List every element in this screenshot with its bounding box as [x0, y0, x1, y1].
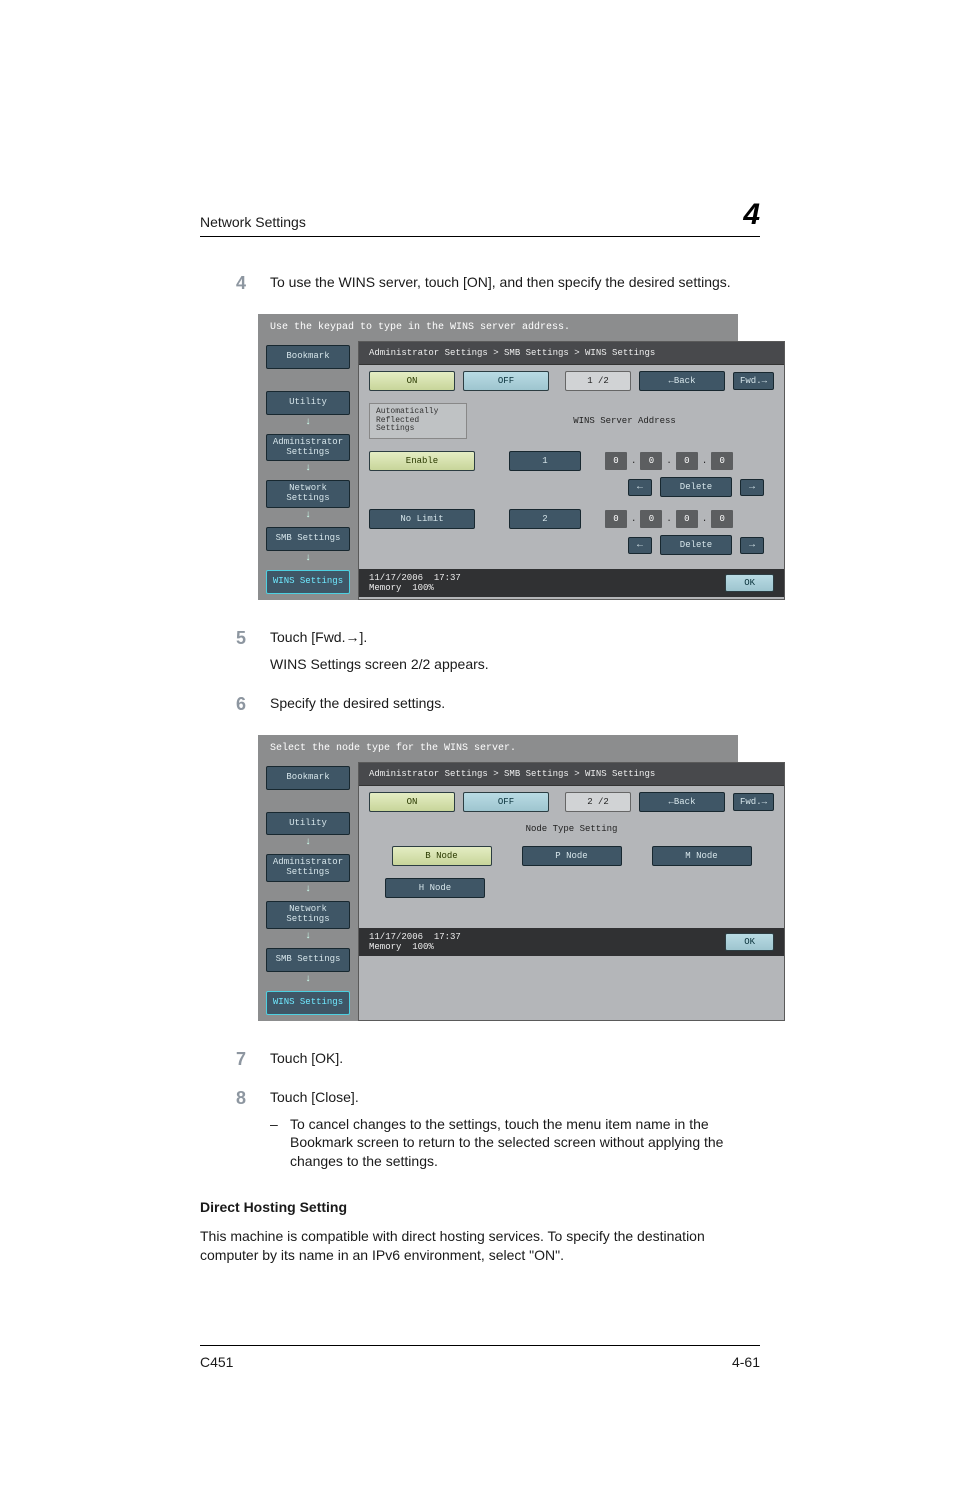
- sidebar-item-smb[interactable]: SMB Settings: [266, 527, 350, 551]
- step-number-4: 4: [200, 273, 270, 300]
- status-left: 11/17/2006 17:37 Memory 100%: [369, 573, 461, 593]
- section-header: Network Settings 4: [200, 200, 760, 237]
- off-button[interactable]: OFF: [463, 371, 549, 391]
- chevron-down-icon: ↓: [266, 882, 350, 901]
- fwd-button[interactable]: Fwd.→: [733, 793, 774, 811]
- sidebar-item-utility[interactable]: Utility: [266, 391, 350, 415]
- ip-address-2: 0. 0. 0. 0: [605, 510, 733, 528]
- sidebar-item-smb[interactable]: SMB Settings: [266, 948, 350, 972]
- breadcrumb: Administrator Settings > SMB Settings > …: [359, 763, 784, 786]
- chevron-down-icon: ↓: [266, 929, 350, 948]
- off-button[interactable]: OFF: [463, 792, 549, 812]
- screen1-hint: Use the keypad to type in the WINS serve…: [258, 314, 738, 341]
- step-number-8: 8: [200, 1088, 270, 1172]
- section-title: Network Settings: [200, 214, 306, 230]
- footer-left: C451: [200, 1354, 233, 1370]
- chevron-down-icon: ↓: [266, 461, 350, 480]
- chevron-down-icon: ↓: [266, 508, 350, 527]
- chevron-down-icon: ↓: [266, 835, 350, 854]
- chevron-down-icon: ↓: [266, 551, 350, 570]
- address-row-2[interactable]: 2: [509, 509, 581, 529]
- address-row-1[interactable]: 1: [509, 451, 581, 471]
- step-text-6: Specify the desired settings.: [270, 694, 760, 721]
- arrow-right-icon[interactable]: →: [740, 479, 764, 496]
- m-node-button[interactable]: M Node: [652, 846, 752, 866]
- back-button[interactable]: ←Back: [639, 792, 725, 812]
- arrow-left-icon[interactable]: ←: [628, 537, 652, 554]
- dash-bullet: –: [270, 1115, 290, 1172]
- delete-button[interactable]: Delete: [660, 477, 732, 497]
- chevron-down-icon: ↓: [266, 415, 350, 434]
- step-text-4: To use the WINS server, touch [ON], and …: [270, 273, 760, 300]
- step-text-8: Touch [Close]. – To cancel changes to th…: [270, 1088, 760, 1172]
- direct-hosting-text: This machine is compatible with direct h…: [200, 1227, 760, 1265]
- node-type-title: Node Type Setting: [359, 818, 784, 836]
- sidebar-item-network[interactable]: Network Settings: [266, 901, 350, 929]
- on-button[interactable]: ON: [369, 371, 455, 391]
- ok-button[interactable]: OK: [725, 933, 774, 951]
- sidebar-item-bookmark[interactable]: Bookmark: [266, 345, 350, 369]
- step-number-5: 5: [200, 628, 270, 682]
- status-left: 11/17/2006 17:37 Memory 100%: [369, 932, 461, 952]
- breadcrumb: Administrator Settings > SMB Settings > …: [359, 342, 784, 365]
- enable-button[interactable]: Enable: [369, 451, 475, 471]
- ok-button[interactable]: OK: [725, 574, 774, 592]
- page-indicator: 2 /2: [565, 792, 631, 812]
- arrow-right-icon[interactable]: →: [740, 537, 764, 554]
- device-screenshot-1: Use the keypad to type in the WINS serve…: [258, 314, 738, 600]
- step-number-7: 7: [200, 1049, 270, 1076]
- ip-address-1: 0. 0. 0. 0: [605, 452, 733, 470]
- device-screenshot-2: Select the node type for the WINS server…: [258, 735, 738, 1021]
- back-button[interactable]: ←Back: [639, 371, 725, 391]
- sidebar-item-wins[interactable]: WINS Settings: [266, 991, 350, 1015]
- h-node-button[interactable]: H Node: [385, 878, 485, 898]
- step-text-7: Touch [OK].: [270, 1049, 760, 1076]
- sidebar-item-wins[interactable]: WINS Settings: [266, 570, 350, 594]
- wins-address-title: WINS Server Address: [475, 416, 774, 426]
- direct-hosting-heading: Direct Hosting Setting: [200, 1199, 760, 1215]
- sidebar-item-network[interactable]: Network Settings: [266, 480, 350, 508]
- arrow-left-icon[interactable]: ←: [628, 479, 652, 496]
- step-number-6: 6: [200, 694, 270, 721]
- delete-button-2[interactable]: Delete: [660, 535, 732, 555]
- fwd-button[interactable]: Fwd.→: [733, 372, 774, 390]
- auto-reflected-label: Automatically Reflected Settings: [369, 403, 467, 439]
- page-indicator: 1 /2: [565, 371, 631, 391]
- sidebar-item-bookmark[interactable]: Bookmark: [266, 766, 350, 790]
- sidebar-item-utility[interactable]: Utility: [266, 812, 350, 836]
- b-node-button[interactable]: B Node: [392, 846, 492, 866]
- p-node-button[interactable]: P Node: [522, 846, 622, 866]
- chevron-down-icon: ↓: [266, 972, 350, 991]
- page-footer: C451 4-61: [200, 1345, 760, 1370]
- chapter-number: 4: [743, 200, 760, 230]
- nolimit-button[interactable]: No Limit: [369, 509, 475, 529]
- step-text-5: Touch [Fwd.→]. WINS Settings screen 2/2 …: [270, 628, 760, 682]
- screen2-hint: Select the node type for the WINS server…: [258, 735, 738, 762]
- on-button[interactable]: ON: [369, 792, 455, 812]
- sidebar-item-admin[interactable]: Administrator Settings: [266, 854, 350, 882]
- footer-right: 4-61: [732, 1354, 760, 1370]
- sidebar-item-admin[interactable]: Administrator Settings: [266, 434, 350, 462]
